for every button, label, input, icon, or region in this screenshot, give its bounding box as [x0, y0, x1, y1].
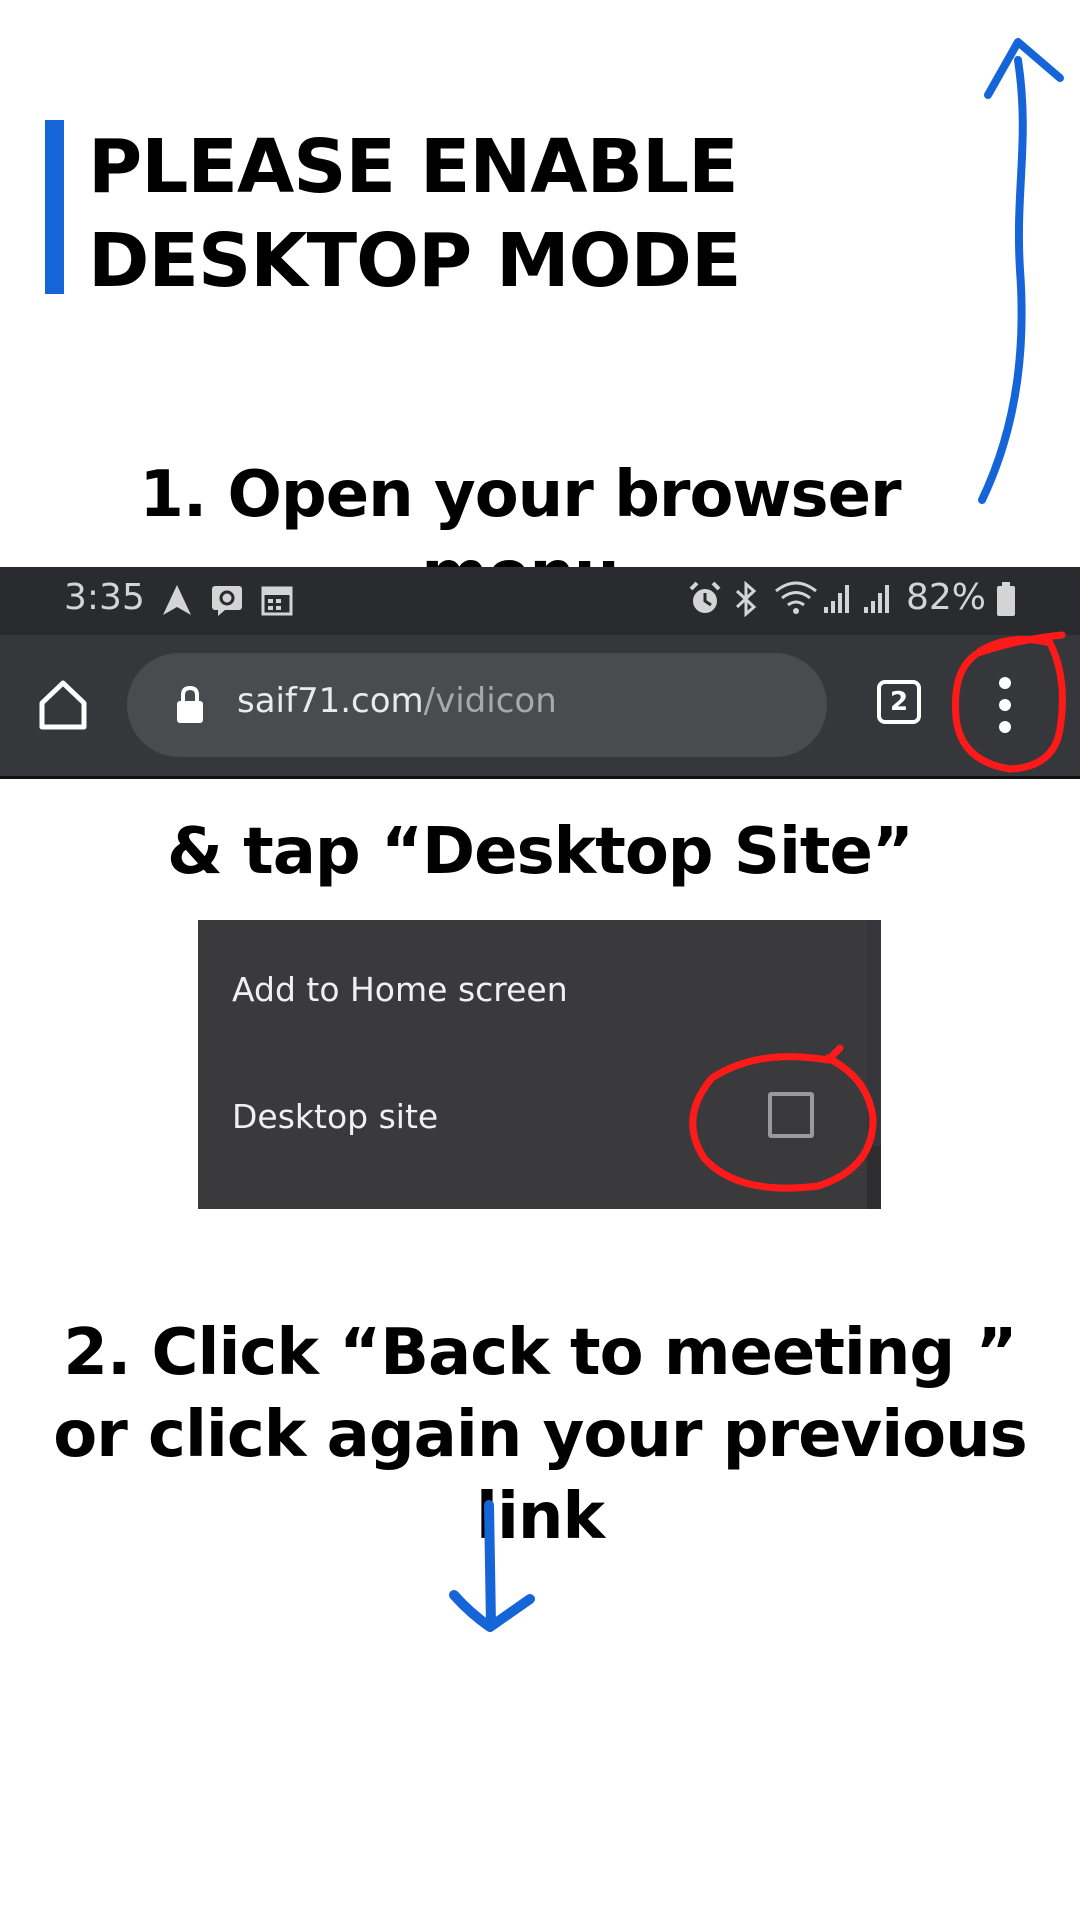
- battery-percentage: 82%: [906, 577, 987, 618]
- highlight-circle: [689, 1044, 877, 1192]
- browser-divider: [0, 776, 1080, 779]
- calendar-icon: [261, 586, 293, 616]
- navigation-icon: [163, 585, 191, 615]
- url-text: saif71.com/vidicon: [237, 681, 557, 721]
- page-title: PLEASE ENABLE DESKTOP MODE: [88, 124, 742, 304]
- browser-menu-screenshot: Add to Home screen Desktop site: [198, 920, 881, 1209]
- menu-item-desktop-site[interactable]: Desktop site: [232, 1097, 438, 1136]
- status-time: 3:35: [64, 577, 145, 618]
- signal-icon: [824, 585, 849, 613]
- alarm-icon: [689, 581, 721, 613]
- home-icon[interactable]: [36, 679, 90, 731]
- wifi-icon: [775, 581, 817, 614]
- lock-icon: [177, 685, 203, 723]
- arrow-up-icon: [978, 38, 1064, 504]
- bluetooth-icon: [735, 581, 757, 617]
- message-icon: [212, 586, 242, 616]
- step-1-continued-heading: & tap “Desktop Site”: [167, 815, 914, 889]
- status-bar: 3:35 82%: [0, 567, 1080, 635]
- title-accent-bar: [45, 120, 64, 294]
- battery-icon: [997, 582, 1015, 616]
- highlight-circle: [951, 631, 1066, 773]
- url-path: /vidicon: [423, 681, 557, 721]
- menu-item-add-to-home-screen[interactable]: Add to Home screen: [232, 970, 568, 1009]
- url-domain: saif71.com: [237, 681, 424, 721]
- arrow-down-icon: [449, 1500, 535, 1632]
- signal-icon: [864, 585, 889, 613]
- address-bar[interactable]: saif71.com/vidicon: [127, 653, 827, 757]
- tab-switcher-button[interactable]: 2: [877, 680, 921, 724]
- step-2-heading: 2. Click “Back to meeting ” or click aga…: [53, 1316, 1028, 1554]
- browser-screenshot: 3:35 82% saif71.com/vidicon 2: [0, 567, 1080, 779]
- browser-toolbar: saif71.com/vidicon 2: [0, 631, 1080, 776]
